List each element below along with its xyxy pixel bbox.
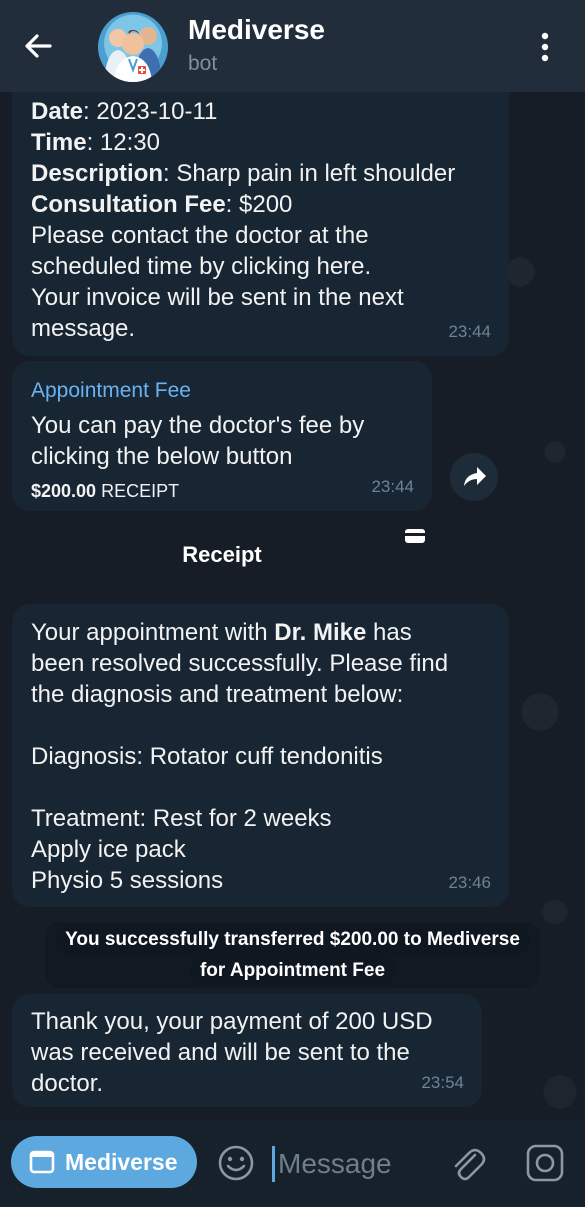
- arrow-left-icon: [25, 34, 52, 58]
- treatment-text: Treatment: Rest for 2 weeks: [31, 805, 332, 832]
- message-resolution: Your appointment with Dr. Mike has been …: [12, 604, 509, 907]
- message-text: message.: [31, 315, 136, 342]
- chat-header: Mediverse bot: [0, 0, 585, 92]
- message-text: was received and will be sent to the: [31, 1039, 410, 1066]
- receipt-button[interactable]: Receipt: [12, 519, 432, 591]
- emoji-icon: [218, 1145, 254, 1181]
- invoice-amount-line: $200.00 RECEIPT: [31, 481, 180, 501]
- message-text: the diagnosis and treatment below:: [31, 681, 404, 708]
- message-time: 23:44: [448, 322, 491, 341]
- message-input[interactable]: [278, 1145, 438, 1183]
- camera-icon: [526, 1144, 564, 1182]
- bot-avatar[interactable]: [98, 12, 168, 82]
- resolution-intro: Your appointment with Dr. Mike has: [31, 619, 412, 646]
- more-menu-button[interactable]: [530, 28, 560, 66]
- diagnosis-text: Diagnosis: Rotator cuff tendonitis: [31, 743, 383, 770]
- credit-card-icon: [405, 529, 425, 543]
- more-vertical-icon: [541, 32, 549, 62]
- message-text: You can pay the doctor's fee by: [31, 412, 365, 439]
- chat-subtitle: bot: [188, 52, 218, 75]
- message-text: clicking the below button: [31, 443, 293, 470]
- message-input-bar: Mediverse: [0, 1120, 585, 1207]
- text-cursor: [272, 1146, 275, 1182]
- message-text: Please contact the doctor at the: [31, 222, 369, 249]
- message-time: 23:54: [421, 1073, 464, 1092]
- fee-line: Consultation Fee: $200: [31, 191, 293, 218]
- treatment-text: Apply ice pack: [31, 836, 186, 863]
- message-time: 23:46: [448, 873, 491, 892]
- message-text: Thank you, your payment of 200 USD: [31, 1008, 433, 1035]
- time-line: Time: 12:30: [31, 129, 160, 156]
- back-button[interactable]: [18, 26, 58, 66]
- window-icon: [29, 1150, 55, 1174]
- emoji-button[interactable]: [216, 1143, 256, 1183]
- message-text: scheduled time by clicking here.: [31, 253, 372, 280]
- attach-button[interactable]: [446, 1142, 488, 1184]
- camera-button[interactable]: [524, 1142, 566, 1184]
- message-appointment-details: Date: 2023-10-11 Time: 12:30 Description…: [12, 80, 509, 356]
- bot-menu-label: Mediverse: [65, 1148, 178, 1175]
- message-text: been resolved successfully. Please find: [31, 650, 449, 677]
- invoice-title: Appointment Fee: [31, 379, 191, 402]
- message-text: Your invoice will be sent in the next: [31, 284, 404, 311]
- date-line: Date: 2023-10-11: [31, 98, 218, 125]
- receipt-button-label: Receipt: [182, 542, 262, 567]
- service-message: You successfully transferred $200.00 to …: [0, 922, 585, 988]
- paperclip-icon: [454, 1148, 486, 1181]
- doctors-avatar-icon: [104, 27, 162, 82]
- message-time: 23:44: [371, 477, 414, 496]
- message-text: doctor.: [31, 1070, 104, 1097]
- doctor-name: Dr. Mike: [274, 619, 367, 646]
- message-invoice: Appointment Fee You can pay the doctor's…: [12, 361, 432, 511]
- treatment-text: Physio 5 sessions: [31, 867, 224, 894]
- message-payment-confirmation: Thank you, your payment of 200 USD was r…: [12, 994, 482, 1107]
- chat-title[interactable]: Mediverse: [188, 14, 325, 46]
- forward-button[interactable]: [450, 453, 498, 501]
- share-forward-icon: [464, 467, 486, 486]
- bot-menu-button[interactable]: Mediverse: [11, 1136, 197, 1188]
- description-line: Description: Sharp pain in left shoulder: [31, 160, 456, 187]
